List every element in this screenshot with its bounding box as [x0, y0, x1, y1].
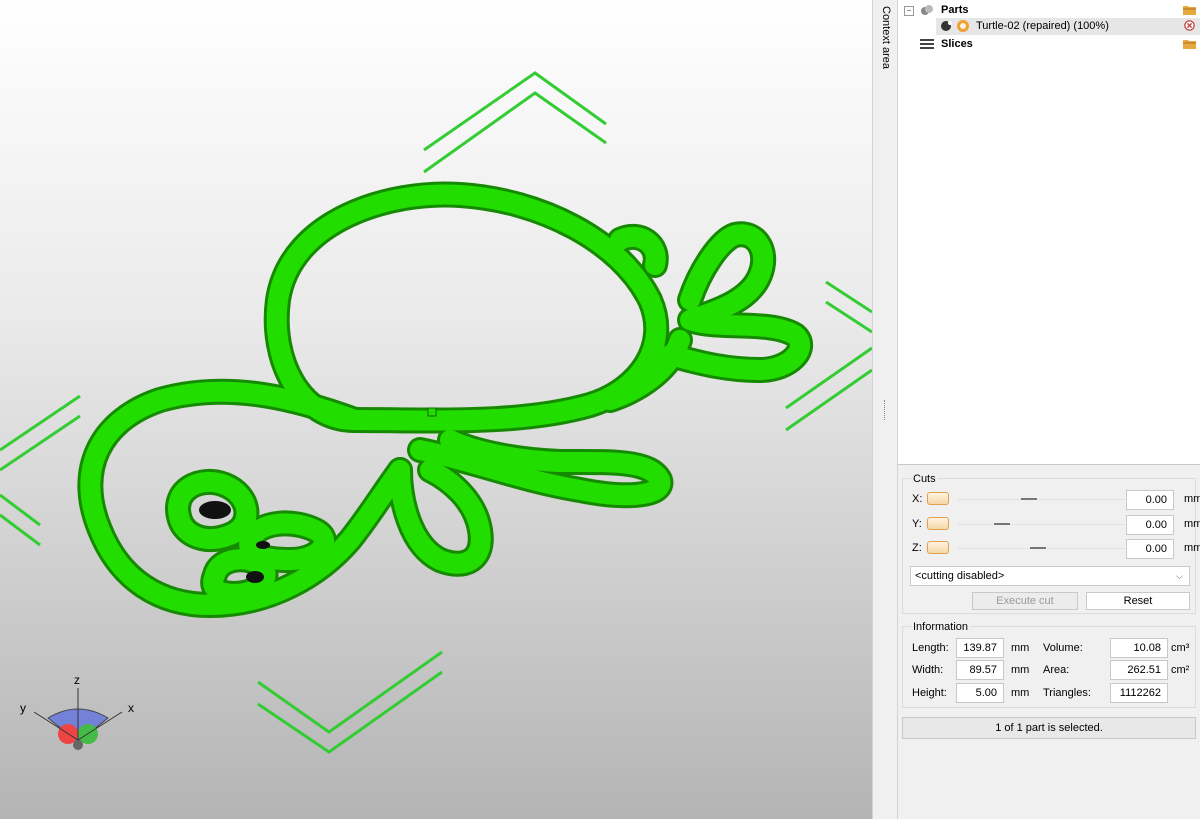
height-unit: mm — [1011, 687, 1030, 699]
turtle-model[interactable] — [77, 181, 813, 618]
part-name: Turtle-02 (repaired) (100%) — [976, 20, 1109, 32]
slices-label: Slices — [941, 38, 973, 50]
chevron-down-icon: ⌵ — [1176, 571, 1183, 581]
axis-y-label: y — [20, 701, 26, 715]
cut-x-field[interactable]: 0.00 — [1126, 490, 1174, 510]
cut-row-z: Z: 0.00 mm — [904, 539, 1200, 559]
cut-y-label: Y: — [912, 518, 922, 530]
cut-x-label: X: — [912, 493, 923, 505]
cuts-title: Cuts — [911, 473, 938, 485]
folder-icon[interactable] — [1183, 4, 1196, 15]
context-panel: − Parts Turtle-02 (repaired) (100%) Slic… — [898, 0, 1200, 819]
folder-icon[interactable] — [1183, 38, 1196, 49]
scene: z y x — [0, 71, 872, 754]
axis-z-label: z — [74, 673, 80, 687]
cut-z-label: Z: — [912, 542, 922, 554]
cut-x-slider[interactable] — [958, 499, 1124, 500]
width-label: Width: — [912, 664, 944, 676]
tree-item-parts[interactable]: − Parts — [898, 2, 1200, 19]
cut-mode-value: <cutting disabled> — [915, 570, 1005, 582]
volume-label: Volume: — [1043, 642, 1083, 654]
context-area-tab[interactable]: Context area — [872, 0, 898, 819]
triangles-label: Triangles: — [1043, 687, 1091, 699]
selection-status: 1 of 1 part is selected. — [902, 717, 1196, 739]
cut-y-toggle[interactable] — [927, 517, 949, 530]
arrow-up — [423, 71, 607, 152]
splitter-grip[interactable] — [884, 400, 887, 420]
parts-label: Parts — [941, 4, 969, 16]
information-title: Information — [911, 621, 971, 633]
length-label: Length: — [912, 642, 949, 654]
width-field: 89.57 — [956, 660, 1004, 680]
height-label: Height: — [912, 687, 947, 699]
area-unit: cm² — [1171, 664, 1190, 676]
cut-y-unit: mm — [1184, 518, 1200, 530]
part-icon — [941, 21, 952, 31]
cut-z-unit: mm — [1184, 542, 1200, 554]
3d-viewport[interactable]: z y x — [0, 0, 872, 819]
slices-icon — [920, 39, 934, 49]
area-label: Area: — [1043, 664, 1070, 676]
volume-unit: cm³ — [1171, 642, 1190, 654]
cut-y-field[interactable]: 0.00 — [1126, 515, 1174, 535]
cut-z-toggle[interactable] — [927, 541, 949, 554]
cut-x-slider-handle[interactable] — [1021, 498, 1037, 500]
cut-z-slider-handle[interactable] — [1030, 547, 1046, 549]
repaired-icon — [957, 20, 969, 32]
arrow-down-inner — [257, 670, 443, 754]
cut-z-field[interactable]: 0.00 — [1126, 539, 1174, 559]
parts-icon — [921, 5, 933, 15]
parts-tree[interactable]: − Parts Turtle-02 (repaired) (100%) Slic… — [898, 0, 1200, 465]
triangles-field: 1112262 — [1110, 683, 1168, 703]
cut-row-x: X: 0.00 mm — [904, 490, 1200, 510]
cut-y-slider[interactable] — [958, 524, 1124, 525]
cut-x-unit: mm — [1184, 493, 1200, 505]
execute-cut-button[interactable]: Execute cut — [972, 592, 1078, 610]
remove-part-icon[interactable] — [1183, 20, 1196, 31]
tree-item-slices[interactable]: Slices — [898, 36, 1200, 53]
volume-field: 10.08 — [1110, 638, 1168, 658]
axis-x-label: x — [128, 701, 134, 715]
axis-gizmo[interactable]: z y x — [20, 673, 134, 750]
cut-mode-select[interactable]: <cutting disabled> ⌵ — [910, 566, 1190, 586]
context-area-label: Context area — [880, 6, 892, 69]
width-unit: mm — [1011, 664, 1030, 676]
tree-item-part[interactable]: Turtle-02 (repaired) (100%) — [898, 18, 1200, 35]
collapse-icon[interactable]: − — [904, 6, 914, 16]
cut-x-toggle[interactable] — [927, 492, 949, 505]
height-field: 5.00 — [956, 683, 1004, 703]
area-field: 262.51 — [1110, 660, 1168, 680]
reset-button[interactable]: Reset — [1086, 592, 1190, 610]
length-field: 139.87 — [956, 638, 1004, 658]
length-unit: mm — [1011, 642, 1030, 654]
cut-y-slider-handle[interactable] — [994, 523, 1010, 525]
cut-row-y: Y: 0.00 mm — [904, 515, 1200, 535]
